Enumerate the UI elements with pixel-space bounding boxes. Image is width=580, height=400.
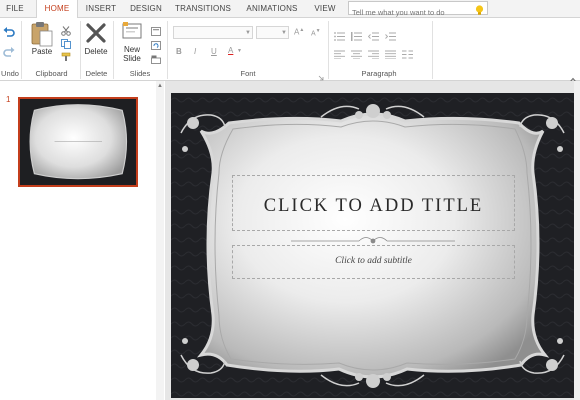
title-placeholder-text: CLICK TO ADD TITLE: [263, 196, 484, 216]
paste-button[interactable]: Paste: [28, 47, 56, 56]
delete-icon[interactable]: [86, 23, 106, 48]
align-center-icon[interactable]: [351, 46, 362, 64]
slide-number: 1: [6, 95, 11, 104]
tell-me-input[interactable]: [349, 6, 470, 19]
columns-icon[interactable]: [402, 46, 413, 64]
justify-icon[interactable]: [385, 46, 396, 64]
thumbnail-scrollbar[interactable]: ▲: [156, 81, 164, 400]
delete-button[interactable]: Delete: [82, 47, 110, 56]
underline-button[interactable]: U: [211, 47, 217, 56]
slide-canvas[interactable]: CLICK TO ADD TITLE Click to add subtitle: [171, 93, 574, 398]
numbering-icon[interactable]: [351, 28, 362, 46]
group-separator: [21, 21, 22, 79]
group-separator: [432, 21, 433, 79]
group-label-font: Font: [240, 69, 256, 78]
tab-home[interactable]: HOME: [36, 0, 78, 18]
font-color-button[interactable]: A: [228, 46, 233, 55]
group-label-undo: Undo: [1, 69, 19, 78]
section-icon[interactable]: [151, 51, 161, 69]
undo-icon[interactable]: [3, 24, 15, 42]
align-right-icon[interactable]: [368, 46, 379, 64]
font-family-select[interactable]: ▼: [173, 26, 253, 39]
title-placeholder[interactable]: CLICK TO ADD TITLE: [232, 175, 515, 231]
decrease-font-size-icon[interactable]: A▼: [311, 28, 321, 37]
tab-design[interactable]: DESIGN: [126, 0, 166, 17]
group-label-clipboard: Clipboard: [35, 69, 68, 78]
group-label-slides: Slides: [129, 69, 151, 78]
subtitle-placeholder[interactable]: Click to add subtitle: [232, 245, 515, 279]
ribbon-tab-bar: FILE HOME INSERT DESIGN TRANSITIONS ANIM…: [0, 0, 580, 19]
format-painter-icon[interactable]: [61, 49, 71, 67]
redo-icon[interactable]: [3, 44, 15, 62]
new-slide-icon[interactable]: [122, 21, 142, 46]
ribbon-home: Undo Paste Clipboard Delete Delete New S…: [0, 18, 580, 83]
chevron-down-icon[interactable]: ▼: [237, 48, 242, 54]
increase-indent-icon[interactable]: [385, 28, 396, 46]
bullets-icon[interactable]: [334, 28, 345, 46]
tab-file[interactable]: FILE: [0, 0, 30, 17]
italic-button[interactable]: I: [194, 47, 196, 56]
scroll-up-icon[interactable]: ▲: [157, 83, 163, 89]
font-size-select[interactable]: ▼: [256, 26, 289, 39]
bold-button[interactable]: B: [176, 47, 182, 56]
tab-animations[interactable]: ANIMATIONS: [240, 0, 304, 17]
align-left-icon[interactable]: [334, 46, 345, 64]
thumbnail-preview: [20, 99, 136, 185]
tell-me-box[interactable]: [348, 1, 488, 19]
group-label-paragraph: Paragraph: [361, 69, 397, 78]
increase-font-size-icon[interactable]: A▲: [294, 27, 304, 37]
slide-editor: CLICK TO ADD TITLE Click to add subtitle: [165, 81, 580, 400]
decrease-indent-icon[interactable]: [367, 28, 379, 46]
slide-thumbnail-pane: 1: [0, 81, 157, 400]
editor-scrollbar[interactable]: [574, 81, 580, 400]
new-slide-button[interactable]: New Slide: [118, 45, 146, 63]
subtitle-placeholder-text: Click to add subtitle: [335, 256, 412, 266]
tab-view[interactable]: VIEW: [308, 0, 342, 17]
tab-transitions[interactable]: TRANSITIONS: [170, 0, 236, 17]
tab-insert[interactable]: INSERT: [81, 0, 121, 17]
group-label-delete: Delete: [85, 69, 108, 78]
slide-thumbnail[interactable]: [18, 97, 138, 187]
